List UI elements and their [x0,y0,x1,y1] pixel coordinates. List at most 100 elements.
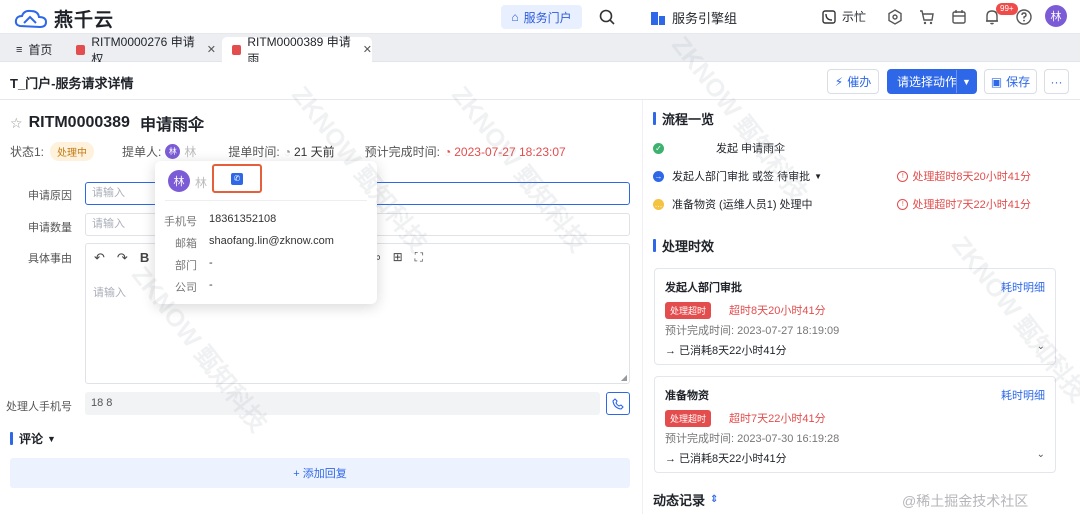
submitter-avatar[interactable]: 林 [165,144,181,159]
due-time: 2023-07-27 18:23:07 [454,144,566,159]
bold-icon[interactable]: B [140,250,149,266]
divider [165,200,367,201]
timing-card: 准备物资 耗时明细 处理超时 超时7天22小时41分 预计完成时间: 2023-… [654,376,1056,473]
top-navigation-bar: 燕千云 ⌂ 服务门户 服务引擎组 示忙 99+ 林 [0,0,1080,34]
popover-company-row: 公司 - [155,279,213,295]
due-label: 预计完成时间: [364,145,440,159]
tab-ritm0000389[interactable]: RITM0000389 申请雨 ✕ [222,35,372,66]
overdue-indicator: ! 处理超时7天22小时41分 [897,196,1031,212]
save-icon: ▣ [990,74,1003,89]
select-action-button[interactable]: 请选择动作 ▼ [887,69,977,94]
hexagon-settings-icon[interactable] [886,8,904,26]
submitter-name[interactable]: 林 [184,143,196,160]
tab-label: 首页 [28,43,53,57]
cart-icon[interactable] [918,8,936,26]
flow-step[interactable]: → 发起人部门审批 或签 待审批 ▼ ! 处理超时8天20小时41分 [653,168,1063,184]
comment-section-header[interactable]: 评论 ▼ [10,430,56,447]
popover-avatar: 林 [168,170,190,192]
sort-icon[interactable]: ⇕ [710,494,718,505]
comment-title: 评论 [19,432,44,446]
cloud-logo-icon [14,9,48,28]
overdue-text: 处理超时8天20小时41分 [912,171,1031,183]
logo-text: 燕千云 [54,10,115,31]
flow-step: … 准备物资 (运维人员1) 处理中 ! 处理超时7天22小时41分 [653,196,1063,212]
phone-icon: ✆ [231,172,243,185]
app-logo[interactable]: 燕千云 [14,5,114,32]
overdue-indicator: ! 处理超时8天20小时41分 [897,168,1031,184]
search-icon[interactable] [598,8,616,26]
service-engine-selector[interactable]: 服务引擎组 [650,8,737,27]
close-icon[interactable]: ✕ [363,43,372,56]
footer-watermark: @稀土掘金技术社区 [902,493,1029,509]
redo-icon[interactable]: ↷ [117,250,128,266]
dynamics-section-header[interactable]: 动态记录 ⇕ [653,490,718,509]
section-bar [10,432,13,445]
caret-down-icon: ▼ [47,433,56,444]
alert-icon: ! [897,170,909,182]
status-label: 状态1: [10,145,45,159]
dynamics-title: 动态记录 [653,493,706,508]
user-avatar[interactable]: 林 [1045,5,1067,27]
phone-value: 18361352108 [209,213,277,225]
insert-icon[interactable]: ⊞ [393,250,403,265]
email-key: 邮箱 [175,238,197,250]
service-engine-label: 服务引擎组 [672,11,738,26]
home-icon: ⌂ [511,10,519,24]
call-button[interactable] [606,392,630,415]
ticket-number: RITM0000389 [28,114,130,131]
submit-time-label: 提单时间: [228,145,280,159]
close-icon[interactable]: ✕ [207,43,216,56]
ticket-name: 申请雨伞 [139,117,204,134]
planned-time: 预计完成时间: 2023-07-30 16:19:28 [665,433,840,445]
save-button[interactable]: ▣ 保存 [984,69,1037,94]
add-reply-button[interactable]: + 添加回复 [10,458,630,488]
handler-phone-label: 处理人手机号 [6,401,72,413]
calendar-icon[interactable] [950,8,968,26]
star-icon[interactable]: ☆ [10,115,23,132]
more-button[interactable]: ··· [1044,69,1069,94]
page-title: T_门户-服务请求详情 [10,76,134,91]
submit-time: 21 天前 [293,145,335,159]
lightning-icon: ⚡ [834,74,844,89]
handler-phone-input[interactable]: 18 8 [85,392,600,415]
phone-status-icon [822,9,836,24]
help-icon[interactable] [1015,8,1033,26]
process-side-panel: 流程一览 ✓ 发起 申请雨伞 → 发起人部门审批 或签 待审批 ▼ ! 处理超时8… [642,100,1080,514]
ticket-title: ☆ RITM0000389 申请雨伞 [10,111,204,135]
check-icon: ✓ [653,142,664,154]
quantity-label: 申请数量 [28,222,72,234]
fullscreen-icon[interactable]: ⛶ [415,250,423,265]
dept-key: 部门 [175,260,197,272]
flow-step-label: 发起人部门审批 或签 待审批 [672,171,811,183]
submitter-label: 提单人: [122,145,162,159]
flow-title: 流程一览 [662,112,715,127]
flow-section-header: 流程一览 [653,109,714,128]
company-value: - [209,279,213,291]
dept-value: - [209,257,213,269]
email-value: shaofang.lin@zknow.com [209,235,334,247]
chevron-down-icon[interactable]: ▼ [956,70,976,93]
reason-label: 申请原因 [28,190,72,202]
caret-down-icon[interactable]: ▼ [814,172,822,181]
tab-ritm0000276[interactable]: RITM0000276 申请权 ✕ [66,35,216,66]
tab-home[interactable]: ≡ 首页 [6,37,62,62]
popover-email-row: 邮箱 shaofang.lin@zknow.com [155,235,334,251]
busy-status-toggle[interactable]: 示忙 [822,8,866,25]
save-label: 保存 [1006,75,1031,89]
chevron-down-icon[interactable]: ⌄ [1037,449,1045,460]
popover-call-button[interactable]: ✆ [212,164,262,193]
overdue-text: 超时8天20小时41分 [729,305,826,317]
urge-button[interactable]: ⚡ 催办 [827,69,879,94]
service-portal-button[interactable]: ⌂ 服务门户 [501,5,582,29]
undo-icon[interactable]: ↶ [94,250,105,266]
chevron-down-icon[interactable]: ⌄ [1037,341,1045,352]
popover-dept-row: 部门 - [155,257,213,273]
resize-handle-icon[interactable]: ◢ [621,373,627,382]
section-bar [653,239,656,252]
duration-detail-link[interactable]: 耗时明细 [1001,279,1045,295]
clock-icon: ◔ [283,144,291,159]
select-action-label: 请选择动作 [897,75,958,89]
overdue-tag: 处理超时 [665,302,712,319]
duration-detail-link[interactable]: 耗时明细 [1001,387,1045,403]
status-badge: 处理中 [50,142,95,161]
